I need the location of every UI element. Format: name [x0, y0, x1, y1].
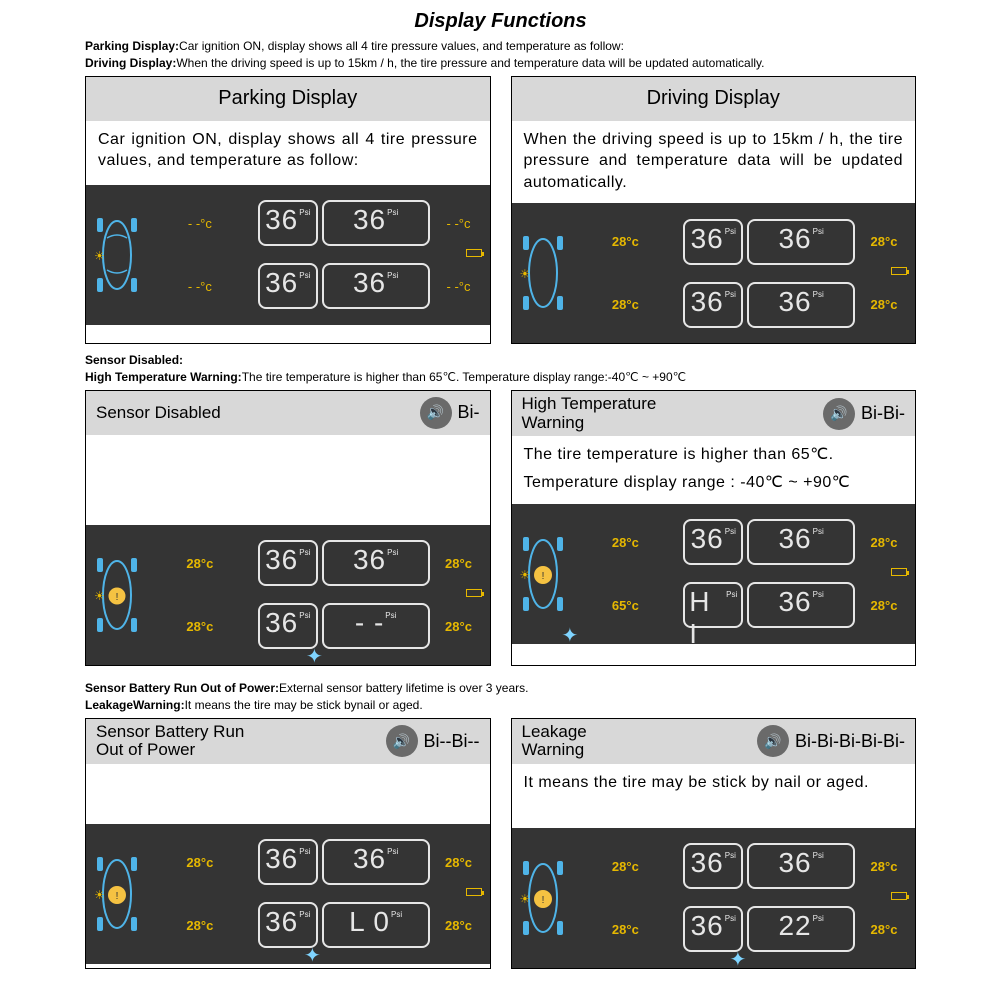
lcd-display: - -°c 36Psi 36Psi - -°c - -°c 36Psi 36Ps… — [86, 185, 490, 325]
panel-parking: Parking Display Car ignition ON, display… — [85, 76, 491, 345]
psi-fr: 36Psi — [322, 200, 430, 246]
temp-rl: 28°c — [572, 297, 680, 312]
panel-high-temp: High Temperature Warning 🔊Bi-Bi- The tir… — [511, 390, 917, 666]
speaker-icon: 🔊 — [386, 725, 418, 757]
speaker-icon: 🔊 — [823, 398, 855, 430]
svg-text:!: ! — [541, 571, 544, 582]
panel-body — [86, 435, 490, 525]
panel-sensor-disabled: Sensor Disabled 🔊Bi- 28°c 36Psi ! 36Psi … — [85, 390, 491, 666]
panel-driving: Driving Display When the driving speed i… — [511, 76, 917, 345]
temp-rl: - -°c — [146, 279, 254, 294]
sound-text: Bi--Bi-- — [424, 731, 480, 752]
panel-header: Sensor Disabled 🔊Bi- — [86, 391, 490, 435]
panel-body: When the driving speed is up to 15km / h… — [512, 121, 916, 204]
psi-rl: 36Psi — [258, 263, 318, 309]
spark-icon: ✦ — [306, 644, 323, 669]
panel-header: Parking Display — [86, 77, 490, 121]
panel-body — [86, 764, 490, 824]
lcd-display: 28°c 36Psi ! 36Psi 28°c 65°c H IPsi 36Ps… — [512, 504, 916, 644]
bot-intro-2: LeakageWarning:It means the tire may be … — [85, 697, 916, 714]
panel-header: Sensor Battery Run Out of Power 🔊Bi--Bi-… — [86, 719, 490, 764]
spark-icon: ✦ — [562, 623, 579, 648]
temp-rr: 28°c — [859, 297, 909, 312]
panel-header: Leakage Warning 🔊Bi-Bi-Bi-Bi-Bi- — [512, 719, 916, 764]
mid-intro-2: High Temperature Warning:The tire temper… — [85, 369, 916, 386]
svg-text:!: ! — [541, 895, 544, 906]
sound-text: Bi-Bi-Bi-Bi-Bi- — [795, 731, 905, 752]
mid-intro-1: Sensor Disabled: — [85, 352, 916, 369]
temp-fr: 28°c — [859, 234, 909, 249]
sun-icon: ☀ — [520, 892, 531, 906]
lcd-display: 28°c 36Psi ! 36Psi 28°c 28°c 36Psi 22Psi… — [512, 828, 916, 968]
panel-body: The tire temperature is higher than 65℃.… — [512, 436, 916, 503]
temp-rr: - -°c — [434, 279, 484, 294]
temp-fl: 28°c — [572, 234, 680, 249]
lcd-display: 28°c 36Psi 36Psi 28°c 28°c 36Psi 36Psi 2… — [512, 203, 916, 343]
temp-fl: - -°c — [146, 216, 254, 231]
spark-icon: ✦ — [304, 943, 321, 968]
panel-body: Car ignition ON, display shows all 4 tir… — [86, 121, 490, 185]
page-title: Display Functions — [85, 10, 916, 33]
battery-icon — [466, 589, 482, 597]
battery-icon — [891, 267, 907, 275]
svg-text:!: ! — [116, 592, 119, 603]
lcd-display: 28°c 36Psi ! 36Psi 28°c 28°c 36Psi L 0Ps… — [86, 824, 490, 964]
psi-rr: 36Psi — [322, 263, 430, 309]
sun-icon: ☀ — [520, 267, 531, 281]
speaker-icon: 🔊 — [757, 725, 789, 757]
psi-fl: 36Psi — [258, 200, 318, 246]
lcd-display: 28°c 36Psi ! 36Psi 28°c 28°c 36Psi - -Ps… — [86, 525, 490, 665]
sun-icon: ☀ — [520, 568, 531, 582]
panel-leakage: Leakage Warning 🔊Bi-Bi-Bi-Bi-Bi- It mean… — [511, 718, 917, 969]
speaker-icon: 🔊 — [420, 397, 452, 429]
panel-body: It means the tire may be stick by nail o… — [512, 764, 916, 828]
sun-icon: ☀ — [94, 888, 105, 902]
sound-text: Bi- — [458, 402, 480, 423]
panel-header: High Temperature Warning 🔊Bi-Bi- — [512, 391, 916, 436]
sound-text: Bi-Bi- — [861, 403, 905, 424]
intro-2: Driving Display:When the driving speed i… — [85, 55, 916, 72]
panel-header: Driving Display — [512, 77, 916, 121]
bot-intro-1: Sensor Battery Run Out of Power:External… — [85, 680, 916, 697]
battery-icon — [466, 249, 482, 257]
temp-fr: - -°c — [434, 216, 484, 231]
svg-text:!: ! — [116, 891, 119, 902]
battery-icon — [891, 892, 907, 900]
spark-icon: ✦ — [730, 947, 747, 972]
intro-1: Parking Display:Car ignition ON, display… — [85, 38, 916, 55]
panel-battery-out: Sensor Battery Run Out of Power 🔊Bi--Bi-… — [85, 718, 491, 969]
battery-icon — [891, 568, 907, 576]
sun-icon: ☀ — [94, 589, 105, 603]
sun-icon: ☀ — [94, 249, 105, 263]
battery-icon — [466, 888, 482, 896]
